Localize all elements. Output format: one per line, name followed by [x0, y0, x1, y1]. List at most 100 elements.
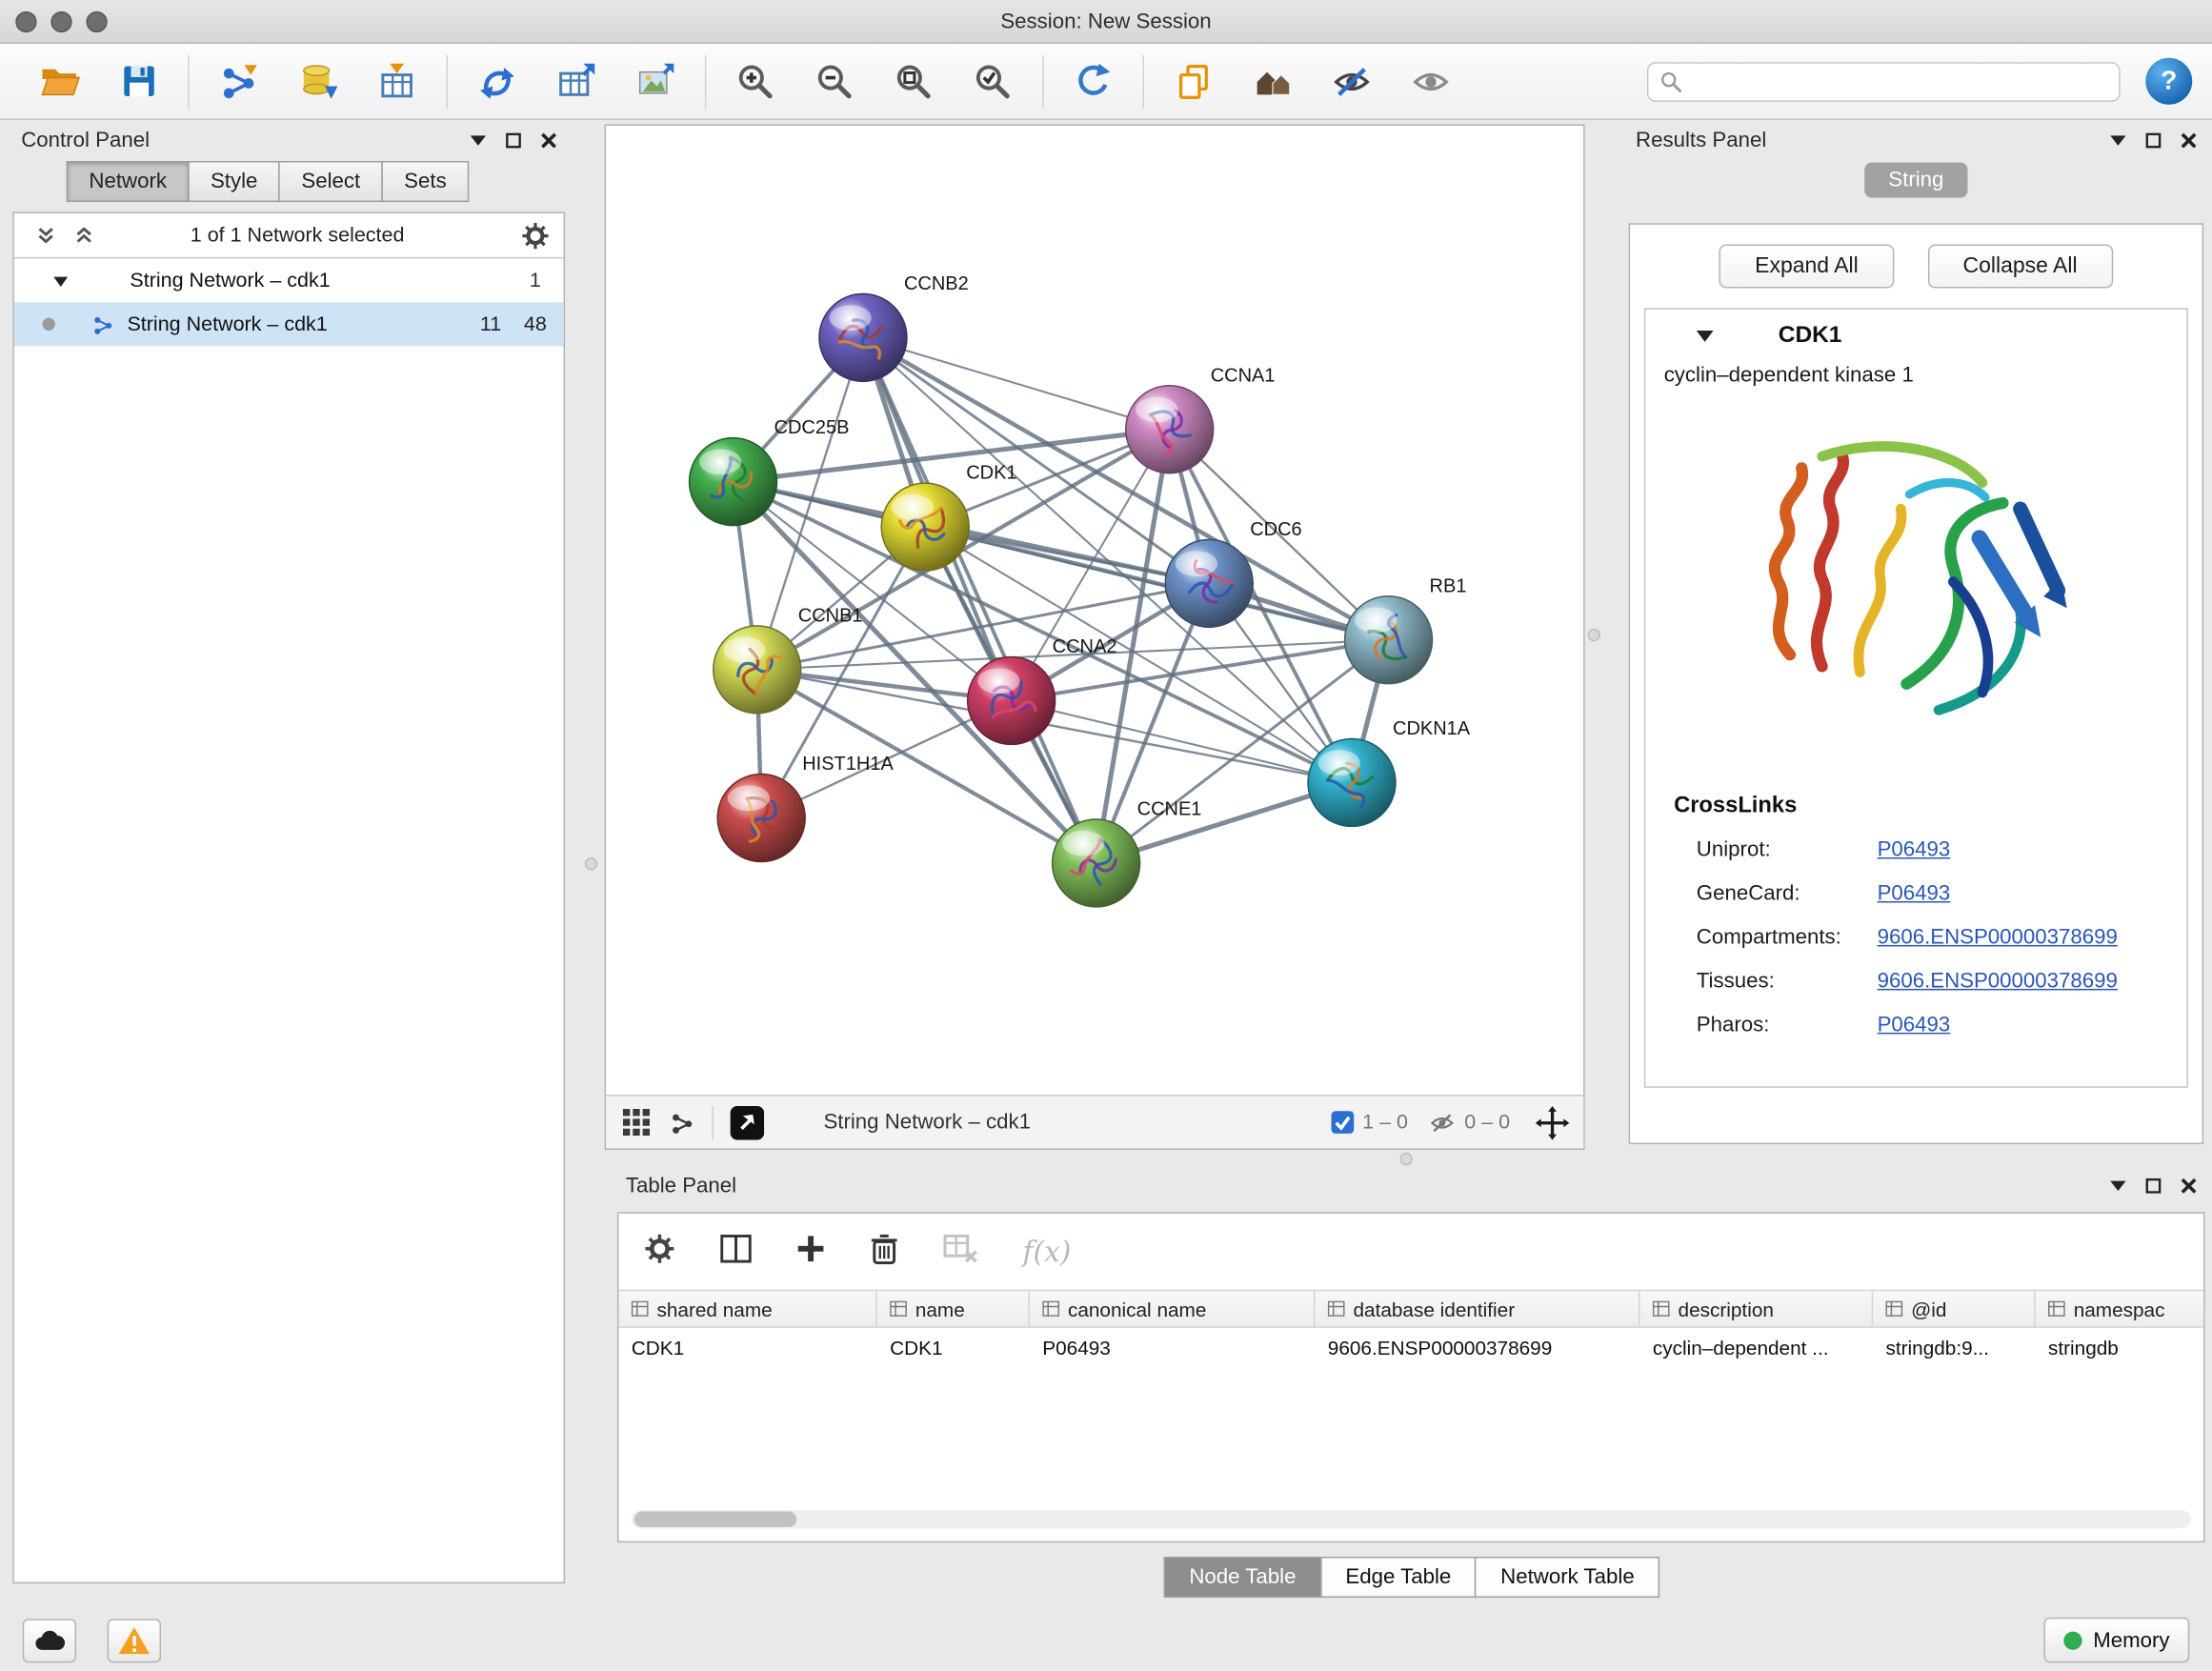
- cell-id[interactable]: stringdb:9...: [1873, 1328, 2036, 1366]
- hide-selected-button[interactable]: [1312, 48, 1391, 115]
- tab-edge-table[interactable]: Edge Table: [1320, 1557, 1477, 1598]
- network-node-ccnb2[interactable]: [819, 293, 907, 381]
- help-button[interactable]: ?: [2145, 58, 2192, 105]
- network-node-cdk1[interactable]: [881, 483, 969, 571]
- network-edge[interactable]: [863, 337, 1170, 429]
- zoom-in-button[interactable]: [716, 48, 795, 115]
- network-options-button[interactable]: [521, 221, 550, 250]
- collapse-all-button[interactable]: Collapse All: [1927, 245, 2112, 289]
- tab-node-table[interactable]: Node Table: [1164, 1557, 1322, 1598]
- table-row[interactable]: CDK1 CDK1 P06493 9606.ENSP00000378699 cy…: [618, 1328, 2203, 1366]
- delete-table-button-disabled[interactable]: [943, 1234, 977, 1269]
- scrollbar-thumb[interactable]: [634, 1512, 797, 1527]
- collapse-all-networks-button[interactable]: [37, 227, 55, 244]
- toolbar-search[interactable]: [1647, 62, 2121, 102]
- hidden-elements-indicator[interactable]: [1428, 1110, 1457, 1136]
- network-row-selected[interactable]: String Network – cdk1 11 48: [14, 302, 564, 346]
- cell-description[interactable]: cyclin–dependent ...: [1639, 1328, 1873, 1366]
- search-input[interactable]: [1691, 69, 2107, 94]
- zoom-fit-button[interactable]: [875, 48, 954, 115]
- zoom-selected-button[interactable]: [954, 48, 1033, 115]
- network-node-rb1[interactable]: [1345, 596, 1433, 684]
- zoom-window-button[interactable]: [86, 11, 107, 32]
- cloud-status-button[interactable]: [23, 1619, 76, 1662]
- network-node-hist1h1a[interactable]: [717, 775, 805, 862]
- function-builder-button[interactable]: f(x): [1023, 1235, 1072, 1269]
- panel-float-button[interactable]: [506, 132, 521, 148]
- panel-close-button[interactable]: [2181, 1178, 2196, 1193]
- column-header[interactable]: database identifier: [1315, 1291, 1639, 1326]
- tree-expander-icon[interactable]: [53, 274, 68, 286]
- tab-network-table[interactable]: Network Table: [1475, 1557, 1659, 1598]
- cell-namespace[interactable]: stringdb: [2036, 1328, 2203, 1366]
- crosslink-link[interactable]: 9606.ENSP00000378699: [1878, 969, 2118, 993]
- network-node-cdkn1a[interactable]: [1308, 738, 1396, 826]
- column-header[interactable]: @id: [1873, 1291, 2036, 1326]
- cell-name[interactable]: CDK1: [877, 1328, 1030, 1366]
- network-node-cdc25b[interactable]: [690, 438, 777, 526]
- create-column-button[interactable]: [796, 1234, 825, 1269]
- network-node-ccne1[interactable]: [1053, 819, 1140, 907]
- gene-card-expander[interactable]: [1697, 329, 1714, 341]
- crosslink-link[interactable]: P06493: [1878, 837, 1951, 861]
- save-session-button[interactable]: [99, 48, 178, 115]
- memory-button[interactable]: Memory: [2043, 1618, 2189, 1662]
- expand-all-networks-button[interactable]: [75, 227, 93, 244]
- crosslink-link[interactable]: P06493: [1878, 881, 1951, 905]
- network-node-ccnb1[interactable]: [714, 626, 801, 714]
- vertical-splitter-handle[interactable]: [1588, 629, 1600, 641]
- home-view-button[interactable]: [1233, 48, 1312, 115]
- horizontal-scrollbar[interactable]: [632, 1510, 2191, 1528]
- tab-string[interactable]: String: [1864, 163, 1968, 198]
- horizontal-splitter-handle[interactable]: [1399, 1153, 1412, 1165]
- fit-content-button[interactable]: [1536, 1105, 1570, 1139]
- column-header[interactable]: description: [1639, 1291, 1873, 1326]
- show-columns-button[interactable]: [720, 1234, 752, 1269]
- warnings-button[interactable]: [108, 1619, 161, 1662]
- zoom-out-button[interactable]: [795, 48, 875, 115]
- panel-menu-button[interactable]: [2110, 1179, 2125, 1191]
- network-node-ccna2[interactable]: [968, 656, 1056, 744]
- open-session-button[interactable]: [20, 48, 99, 115]
- column-header[interactable]: namespac: [2036, 1291, 2203, 1326]
- expand-all-button[interactable]: Expand All: [1719, 245, 1894, 289]
- cell-database-identifier[interactable]: 9606.ENSP00000378699: [1315, 1328, 1639, 1366]
- column-header[interactable]: shared name: [618, 1291, 876, 1326]
- close-window-button[interactable]: [15, 11, 36, 32]
- network-overview-button[interactable]: [670, 1110, 695, 1136]
- vertical-splitter-handle[interactable]: [585, 857, 597, 870]
- panel-close-button[interactable]: [541, 132, 556, 148]
- new-network-from-selection-button[interactable]: [457, 48, 536, 115]
- delete-column-button[interactable]: [870, 1233, 898, 1271]
- tab-style[interactable]: Style: [188, 161, 280, 202]
- tab-select[interactable]: Select: [279, 161, 383, 202]
- table-options-button[interactable]: [644, 1233, 675, 1271]
- column-header[interactable]: canonical name: [1030, 1291, 1316, 1326]
- panel-menu-button[interactable]: [2110, 134, 2125, 146]
- import-network-from-file-button[interactable]: [199, 48, 278, 115]
- copy-button[interactable]: [1154, 48, 1233, 115]
- column-header[interactable]: name: [877, 1291, 1030, 1326]
- tab-sets[interactable]: Sets: [381, 161, 469, 202]
- network-collection-row[interactable]: String Network – cdk1 1: [14, 258, 564, 302]
- panel-close-button[interactable]: [2181, 132, 2196, 148]
- cell-shared-name[interactable]: CDK1: [618, 1328, 876, 1366]
- export-table-button[interactable]: [536, 48, 615, 115]
- panel-float-button[interactable]: [2145, 1178, 2161, 1193]
- show-all-button[interactable]: [1392, 48, 1471, 115]
- birds-eye-view-button[interactable]: [623, 1109, 650, 1136]
- selected-nodes-checkbox[interactable]: [1330, 1110, 1354, 1134]
- import-network-from-database-button[interactable]: [278, 48, 357, 115]
- network-canvas[interactable]: CCNB2CCNA1CDC25BCDK1CDC6RB1CCNB1CCNA2CDK…: [606, 126, 1583, 1095]
- crosslink-link[interactable]: 9606.ENSP00000378699: [1878, 925, 2118, 949]
- panel-float-button[interactable]: [2145, 132, 2161, 148]
- import-table-from-file-button[interactable]: [357, 48, 436, 115]
- crosslink-link[interactable]: P06493: [1878, 1013, 1951, 1037]
- network-node-ccna1[interactable]: [1126, 386, 1214, 473]
- export-network-button[interactable]: [731, 1105, 765, 1139]
- minimize-window-button[interactable]: [50, 11, 71, 32]
- cell-canonical-name[interactable]: P06493: [1030, 1328, 1316, 1366]
- apply-layout-button[interactable]: [1054, 48, 1133, 115]
- panel-menu-button[interactable]: [471, 134, 486, 146]
- tab-network[interactable]: Network: [67, 161, 190, 202]
